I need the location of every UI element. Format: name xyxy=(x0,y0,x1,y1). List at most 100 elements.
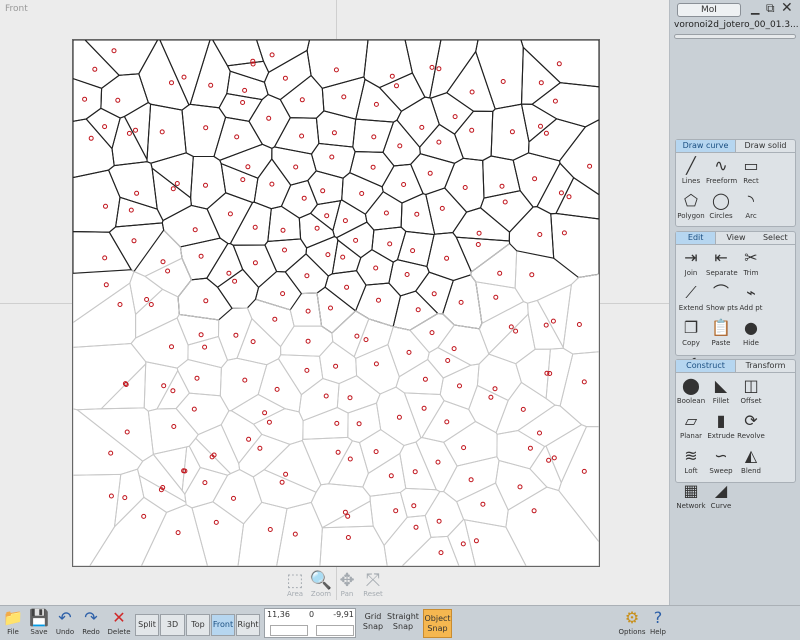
voronoi-cell xyxy=(138,40,190,111)
copy-tool[interactable]: ❐ Copy xyxy=(676,317,706,352)
help-button[interactable]: ? Help xyxy=(647,608,669,636)
revolve-tool-label: Revolve xyxy=(737,432,765,440)
voronoi-cell xyxy=(414,271,454,315)
show-pts-tool[interactable]: ⌒ Show pts xyxy=(706,282,738,317)
voronoi-cell xyxy=(84,40,159,76)
freeform-tool[interactable]: ∿ Freeform xyxy=(706,155,737,190)
reset-nav-button[interactable]: ⤧ Reset xyxy=(361,572,385,602)
offset-tool[interactable]: ◫ Offset xyxy=(736,375,766,410)
view-3d-button[interactable]: 3D xyxy=(160,614,185,636)
zoom-nav-label: Zoom xyxy=(310,590,332,598)
angle-input[interactable] xyxy=(316,625,354,636)
revolve-tool[interactable]: ⟳ Revolve xyxy=(736,410,766,445)
view-top-button[interactable]: Top xyxy=(186,614,210,636)
voronoi-cell xyxy=(364,190,403,231)
boolean-tool[interactable]: ⬤ Boolean xyxy=(676,375,706,410)
add-pt-tool[interactable]: ⌁ Add pt xyxy=(736,282,766,317)
voronoi-cell xyxy=(306,40,369,89)
fillet-tool[interactable]: ◣ Fillet xyxy=(706,375,736,410)
seed-point xyxy=(509,129,515,135)
separate-tool[interactable]: ⇤ Separate xyxy=(706,247,738,282)
seed-point xyxy=(550,318,556,324)
delete-button[interactable]: ✕ Delete xyxy=(104,608,134,636)
seed-point xyxy=(543,130,549,136)
undo-button[interactable]: ↶ Undo xyxy=(52,608,78,636)
paste-tool[interactable]: 📋 Paste xyxy=(706,317,736,352)
area-nav-button[interactable]: ⬚ Area xyxy=(283,572,307,602)
seed-point xyxy=(331,130,337,136)
seed-point xyxy=(552,98,558,104)
rect-tool[interactable]: ▭ Rect xyxy=(736,155,766,190)
polygon-tool[interactable]: ⬠ Polygon xyxy=(676,190,706,225)
grid-snap-toggle[interactable]: Grid Snap xyxy=(361,612,385,632)
save-button[interactable]: 💾 Save xyxy=(26,608,52,636)
voronoi-cell xyxy=(130,317,189,369)
voronoi-cell xyxy=(475,281,525,325)
voronoi-cell xyxy=(254,270,303,311)
seed-point xyxy=(262,410,268,416)
voronoi-drawing-area[interactable] xyxy=(72,39,600,567)
close-icon[interactable]: ✕ xyxy=(781,0,793,16)
extend-icon: ⟋ xyxy=(685,283,697,302)
voronoi-cell xyxy=(395,358,444,396)
network-tool[interactable]: ▦ Network xyxy=(676,480,706,515)
seed-point xyxy=(274,386,280,392)
blend-tool[interactable]: ◭ Blend xyxy=(736,445,766,480)
show-pts-icon: ⌒ xyxy=(712,283,729,302)
options-button[interactable]: ⚙ Options xyxy=(618,608,646,636)
straight-snap-toggle[interactable]: Straight Snap xyxy=(387,612,419,632)
seed-point xyxy=(198,253,204,259)
seed-point xyxy=(282,247,287,253)
object-snap-toggle[interactable]: Object Snap xyxy=(423,609,452,638)
maximize-icon[interactable]: ⧉ xyxy=(766,1,775,16)
tab-draw-solid[interactable]: Draw solid xyxy=(736,140,795,152)
curve-tool[interactable]: ◢ Curve xyxy=(706,480,736,515)
voronoi-cell xyxy=(263,49,312,101)
lines-icon: ╱ xyxy=(686,156,696,175)
viewport-front[interactable]: Front ⬚ Area 🔍 Zoom ✥ Pan ⤧ Reset xyxy=(0,0,670,605)
tab-view[interactable]: View xyxy=(716,232,755,244)
circles-tool[interactable]: ◯ Circles xyxy=(706,190,736,225)
tab-select[interactable]: Select xyxy=(756,232,795,244)
delete-label: Delete xyxy=(107,628,131,636)
trim-tool[interactable]: ✂ Trim xyxy=(736,247,766,282)
planar-tool[interactable]: ▱ Planar xyxy=(676,410,706,445)
seed-point xyxy=(320,188,326,194)
zoom-nav-button[interactable]: 🔍 Zoom xyxy=(309,572,333,602)
seed-point xyxy=(543,322,549,328)
file-button[interactable]: 📁 File xyxy=(0,608,26,636)
arc-tool[interactable]: ◝ Arc xyxy=(736,190,766,225)
pan-nav-button[interactable]: ✥ Pan xyxy=(335,572,359,602)
extrude-tool-label: Extrude xyxy=(707,432,735,440)
voronoi-cell xyxy=(371,226,407,263)
join-tool[interactable]: ⇥ Join xyxy=(676,247,706,282)
voronoi-cell xyxy=(238,433,291,478)
sweep-tool[interactable]: ∽ Sweep xyxy=(706,445,736,480)
viewport-label[interactable]: Front xyxy=(5,4,28,14)
coordinate-readout: 11,36 0 -9,91 xyxy=(264,608,356,638)
lines-tool[interactable]: ╱ Lines xyxy=(676,155,706,190)
moi-menu-button[interactable]: MoI xyxy=(677,3,741,17)
seed-point xyxy=(460,541,466,547)
tab-construct[interactable]: Construct xyxy=(676,360,736,372)
undo-label: Undo xyxy=(55,628,75,636)
tab-edit[interactable]: Edit xyxy=(676,232,717,244)
voronoi-cell xyxy=(135,288,180,339)
minimize-icon[interactable]: ▁ xyxy=(751,2,759,15)
view-front-button[interactable]: Front xyxy=(211,614,235,636)
hide-tool-label: Hide xyxy=(743,339,759,347)
redo-button[interactable]: ↷ Redo xyxy=(78,608,104,636)
distance-input[interactable] xyxy=(270,625,308,636)
seed-point xyxy=(144,297,150,302)
tab-draw-curve[interactable]: Draw curve xyxy=(676,140,736,152)
loft-tool[interactable]: ≋ Loft xyxy=(676,445,706,480)
view-split-button[interactable]: Split xyxy=(135,614,159,636)
hide-tool[interactable]: ● Hide xyxy=(736,317,766,352)
seed-point xyxy=(133,127,138,133)
extend-tool[interactable]: ⟋ Extend xyxy=(676,282,706,317)
seed-point xyxy=(124,429,130,435)
extrude-tool[interactable]: ▮ Extrude xyxy=(706,410,736,445)
tab-transform[interactable]: Transform xyxy=(736,360,795,372)
seed-point xyxy=(115,97,121,103)
view-right-button[interactable]: Right xyxy=(236,614,260,636)
